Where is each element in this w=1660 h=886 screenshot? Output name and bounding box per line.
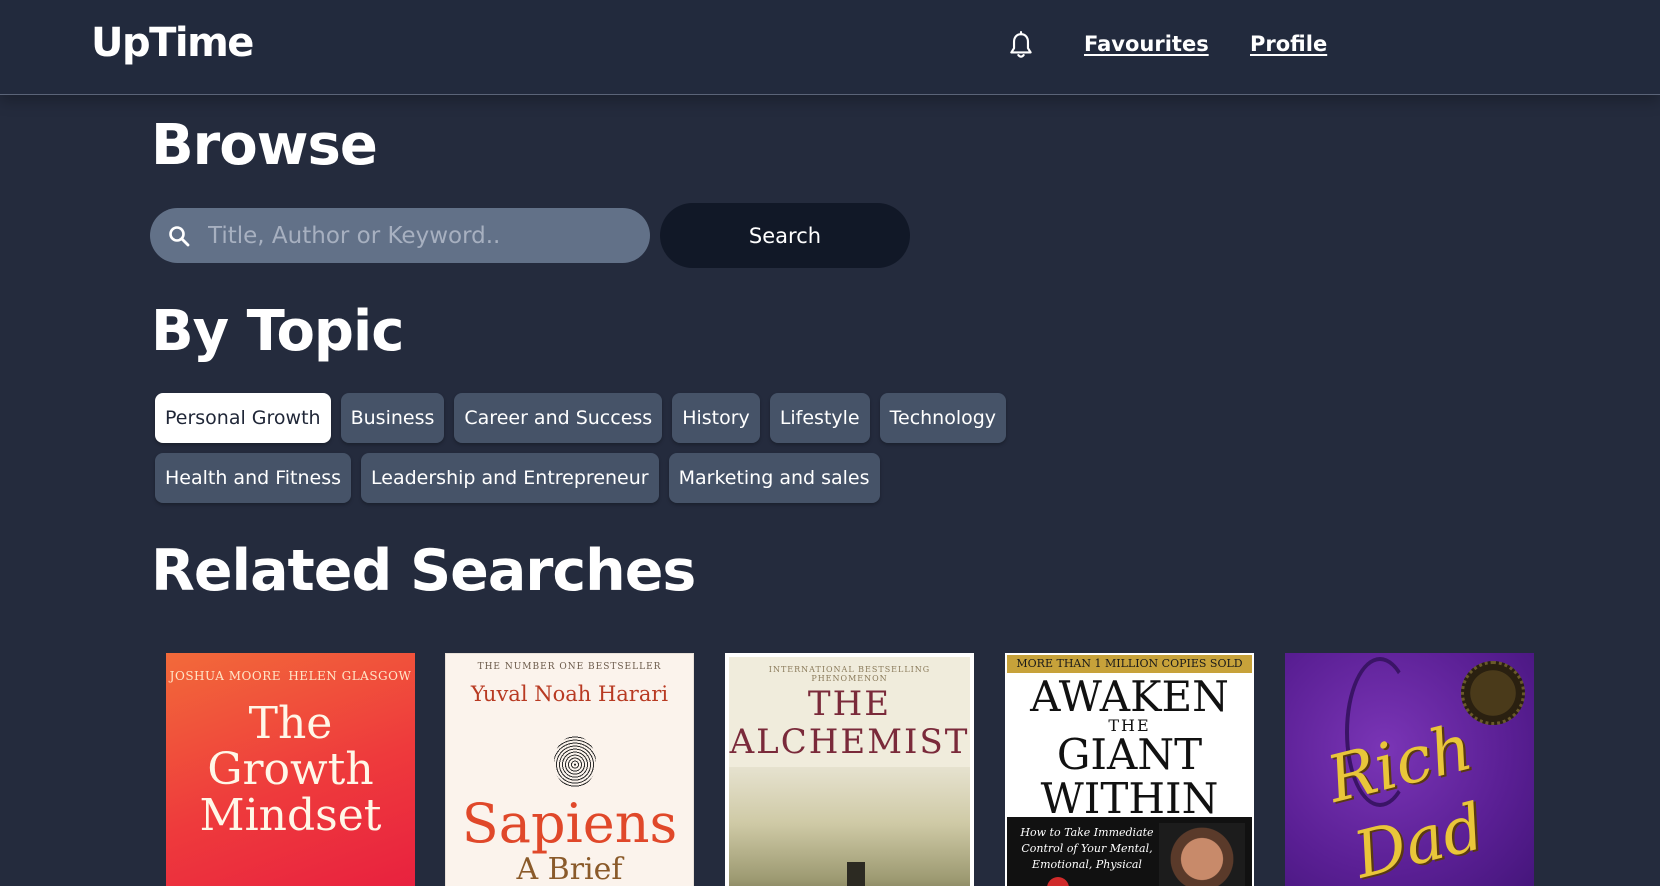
- cover-photo-panel: How to Take Immediate Control of Your Me…: [1007, 817, 1252, 886]
- book-title-line: THE: [807, 684, 892, 724]
- book-title: The Growth Mindset: [166, 701, 415, 839]
- topic-chip-row: Health and Fitness Leadership and Entrep…: [155, 453, 1055, 503]
- book-author: JOSHUA MOORE: [169, 669, 281, 683]
- book-author: HELEN GLASGOW: [288, 669, 412, 683]
- nav-favourites-link[interactable]: Favourites: [1084, 32, 1209, 56]
- book-title: AWAKEN THE GIANT WITHIN: [1007, 675, 1252, 821]
- book-title-line: Mindset: [199, 790, 382, 841]
- book-cover-alchemist[interactable]: INTERNATIONAL BESTSELLING PHENOMENON THE…: [725, 653, 974, 886]
- topic-chip-technology[interactable]: Technology: [879, 393, 1007, 443]
- topic-chip-list: Personal Growth Business Career and Succ…: [155, 393, 1055, 513]
- red-badge-icon: [1047, 877, 1069, 886]
- topic-chip-health-and-fitness[interactable]: Health and Fitness: [155, 453, 352, 503]
- book-title-line: Growth: [207, 744, 374, 795]
- browse-heading: Browse: [151, 113, 378, 178]
- topic-chip-career-and-success[interactable]: Career and Success: [454, 393, 663, 443]
- nav-profile-link[interactable]: Profile: [1250, 32, 1327, 56]
- bell-icon[interactable]: [1008, 31, 1034, 61]
- topic-chip-lifestyle[interactable]: Lifestyle: [769, 393, 870, 443]
- search-input[interactable]: [208, 208, 638, 263]
- book-tagline: INTERNATIONAL BESTSELLING PHENOMENON: [768, 665, 931, 683]
- topic-chip-marketing-and-sales[interactable]: Marketing and sales: [668, 453, 880, 503]
- related-searches-heading: Related Searches: [151, 538, 696, 604]
- book-blurb: How to Take Immediate Control of Your Me…: [1020, 826, 1154, 871]
- app-logo[interactable]: UpTime: [91, 20, 254, 66]
- book-cover-rich-dad[interactable]: Rich Dad: [1285, 653, 1534, 886]
- book-author: Yuval Noah Harari: [470, 682, 669, 706]
- book-banner: MORE THAN 1 MILLION COPIES SOLD: [1007, 655, 1252, 673]
- book-title-line: GIANT: [1056, 730, 1203, 779]
- book-subtitle: A Brief: [516, 852, 623, 886]
- book-cover-sapiens[interactable]: THE NUMBER ONE BESTSELLER Yuval Noah Har…: [445, 653, 694, 886]
- book-title-line: The: [248, 698, 333, 749]
- book-tagline: THE NUMBER ONE BESTSELLER: [477, 662, 662, 672]
- topic-chip-row: Personal Growth Business Career and Succ…: [155, 393, 1055, 443]
- topic-chip-business[interactable]: Business: [340, 393, 445, 443]
- book-title-line: ALCHEMIST: [729, 722, 970, 762]
- search-button[interactable]: Search: [660, 203, 910, 268]
- search-icon: [169, 226, 190, 247]
- book-cover-awaken-the-giant-within[interactable]: MORE THAN 1 MILLION COPIES SOLD AWAKEN T…: [1005, 653, 1254, 886]
- book-title-line: WITHIN: [1040, 774, 1219, 823]
- book-cover-growth-mindset[interactable]: JOSHUA MOORE HELEN GLASGOW The Growth Mi…: [166, 653, 415, 886]
- topic-chip-personal-growth[interactable]: Personal Growth: [155, 393, 331, 443]
- by-topic-heading: By Topic: [151, 299, 404, 364]
- book-title: THE ALCHEMIST: [729, 685, 970, 761]
- topic-chip-history[interactable]: History: [672, 393, 760, 443]
- fingerprint-icon: [554, 736, 596, 788]
- search-field[interactable]: [150, 208, 650, 263]
- top-navbar: UpTime Favourites Profile: [0, 0, 1660, 95]
- topic-chip-leadership-and-entrepreneur[interactable]: Leadership and Entrepreneur: [361, 453, 659, 503]
- castle-silhouette-icon: [847, 862, 865, 886]
- book-authors: JOSHUA MOORE HELEN GLASGOW: [166, 669, 415, 683]
- book-title: Sapiens: [461, 792, 678, 855]
- book-title: Rich Dad: [1285, 695, 1534, 886]
- author-portrait: [1159, 823, 1245, 886]
- book-title-line: AWAKEN: [1030, 672, 1229, 721]
